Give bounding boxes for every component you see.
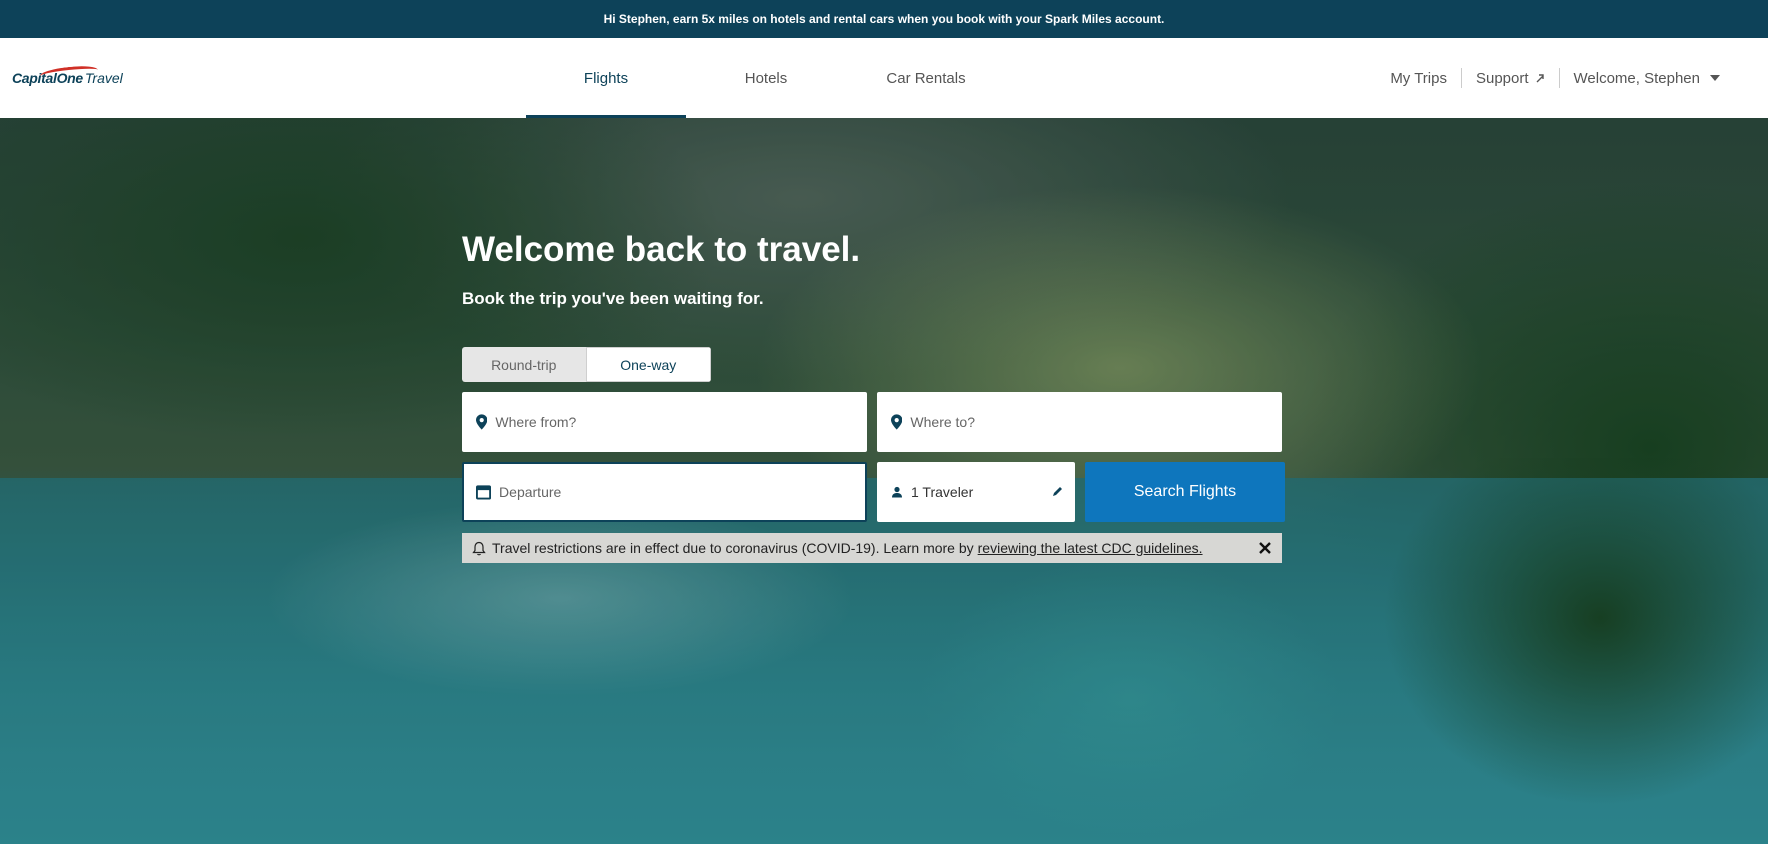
origin-field[interactable] xyxy=(462,392,867,452)
origin-input[interactable] xyxy=(495,414,867,430)
round-trip-option[interactable]: Round-trip xyxy=(462,347,586,382)
alert-text: Travel restrictions are in effect due to… xyxy=(492,540,974,556)
my-trips-label: My Trips xyxy=(1390,69,1447,87)
product-tabs: Flights Hotels Car Rentals xyxy=(526,38,1006,118)
one-way-label: One-way xyxy=(620,356,677,373)
bell-icon xyxy=(472,541,486,555)
tab-hotels-label: Hotels xyxy=(744,69,788,87)
calendar-icon xyxy=(476,485,492,500)
page-subtitle: Book the trip you've been waiting for. xyxy=(462,289,764,308)
travelers-field[interactable]: 1 Traveler xyxy=(877,462,1075,522)
location-pin-icon xyxy=(891,414,903,430)
tab-hotels[interactable]: Hotels xyxy=(686,38,846,118)
round-trip-label: Round-trip xyxy=(491,356,557,373)
tab-flights-label: Flights xyxy=(583,69,629,87)
page-title: Welcome back to travel. xyxy=(462,230,860,270)
covid-alert-banner: Travel restrictions are in effect due to… xyxy=(462,533,1282,563)
support-link[interactable]: Support xyxy=(1462,70,1559,87)
one-way-option[interactable]: One-way xyxy=(585,347,711,382)
alert-message: Travel restrictions are in effect due to… xyxy=(492,540,1203,556)
travelers-count: 1 Traveler xyxy=(911,484,974,500)
tab-car-rentals[interactable]: Car Rentals xyxy=(846,38,1006,118)
external-link-icon xyxy=(1536,74,1544,83)
tab-car-rentals-label: Car Rentals xyxy=(886,69,966,87)
account-menu[interactable]: Welcome, Stephen xyxy=(1560,70,1734,87)
my-trips-link[interactable]: My Trips xyxy=(1376,70,1461,87)
site-header: CapitalOne Travel Flights Hotels Car Rent… xyxy=(0,38,1768,118)
destination-field[interactable] xyxy=(877,392,1282,452)
person-icon xyxy=(892,486,902,498)
location-pin-icon xyxy=(476,414,488,430)
account-welcome-label: Welcome, Stephen xyxy=(1573,69,1700,87)
search-flights-button[interactable]: Search Flights xyxy=(1085,462,1285,522)
close-icon[interactable] xyxy=(1256,539,1274,557)
pencil-icon[interactable] xyxy=(1052,486,1063,497)
capital-one-travel-logo[interactable]: CapitalOne Travel xyxy=(12,58,142,98)
header-account-links: My Trips Support Welcome, Stephen xyxy=(1376,38,1734,118)
destination-input[interactable] xyxy=(910,414,1282,430)
departure-input[interactable] xyxy=(499,484,865,500)
support-label: Support xyxy=(1475,69,1529,87)
headline-strong: Welcome back xyxy=(462,230,705,269)
promo-text: Hi Stephen, earn 5x miles on hotels and … xyxy=(603,12,1165,26)
tab-flights[interactable]: Flights xyxy=(526,38,686,118)
departure-date-field[interactable] xyxy=(462,462,867,522)
trip-type-toggle: Round-trip One-way xyxy=(462,347,711,382)
promo-banner: Hi Stephen, earn 5x miles on hotels and … xyxy=(0,0,1768,38)
headline-rest: to travel. xyxy=(704,230,861,269)
chevron-down-icon xyxy=(1710,75,1720,81)
cdc-guidelines-link[interactable]: reviewing the latest CDC guidelines. xyxy=(978,540,1203,556)
